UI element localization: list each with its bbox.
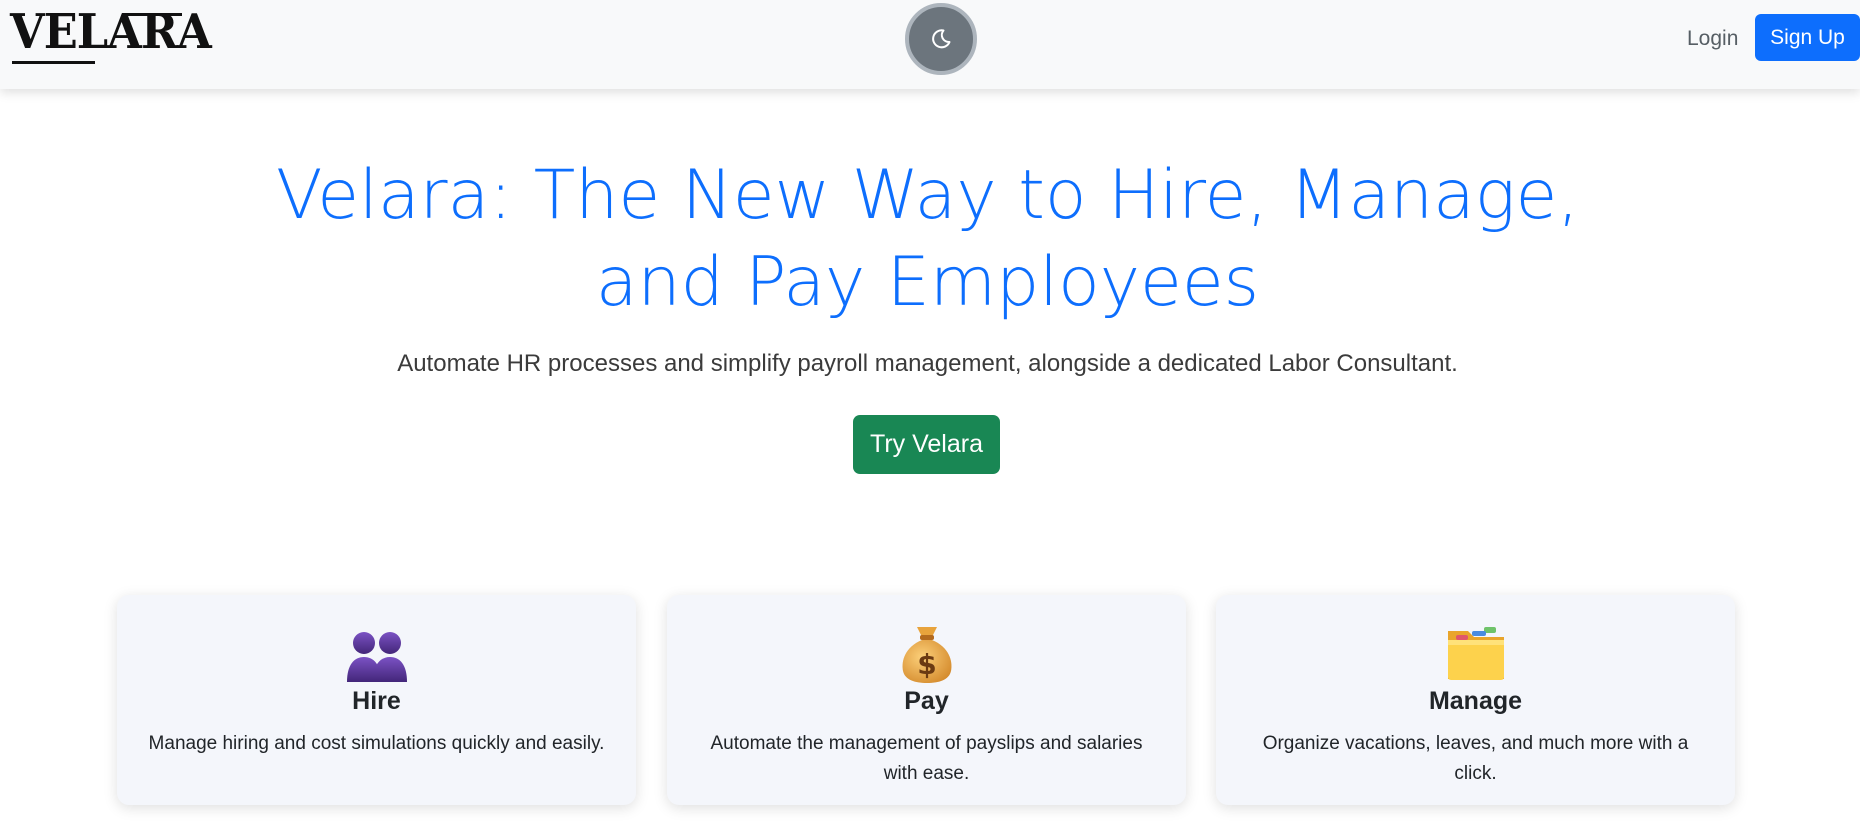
feature-description: Manage hiring and cost simulations quick… xyxy=(148,733,605,754)
feature-title: Hire xyxy=(352,687,401,715)
feature-title: Pay xyxy=(904,687,949,715)
feature-description: Organize vacations, leaves, and much mor… xyxy=(1262,733,1689,784)
hero-subtitle: Automate HR processes and simplify payro… xyxy=(397,350,1458,377)
navbar: VELARA Login Sign Up xyxy=(0,0,1860,89)
hero-title: Velara: The New Way to Hire, Manage, and… xyxy=(275,156,1580,322)
money-bag-icon: $ xyxy=(902,627,951,683)
signup-button[interactable]: Sign Up xyxy=(1755,14,1860,61)
logo-accent-bottom xyxy=(12,61,95,64)
login-link[interactable]: Login xyxy=(1687,27,1738,51)
try-velara-button[interactable]: Try Velara xyxy=(853,415,1000,474)
people-icon xyxy=(346,632,407,682)
logo-accent-top xyxy=(122,13,182,16)
svg-text:$: $ xyxy=(917,648,936,681)
moon-icon xyxy=(932,29,951,49)
feature-card-manage: Manage Organize vacations, leaves, and m… xyxy=(1216,595,1735,805)
feature-card-pay: $ Pay Automate the management of payslip… xyxy=(667,595,1186,805)
folder-icon xyxy=(1447,627,1504,680)
feature-title: Manage xyxy=(1428,687,1523,715)
feature-description: Automate the management of payslips and … xyxy=(710,733,1143,784)
theme-toggle-button[interactable] xyxy=(905,3,977,75)
feature-card-hire: Hire Manage hiring and cost simulations … xyxy=(117,595,636,805)
